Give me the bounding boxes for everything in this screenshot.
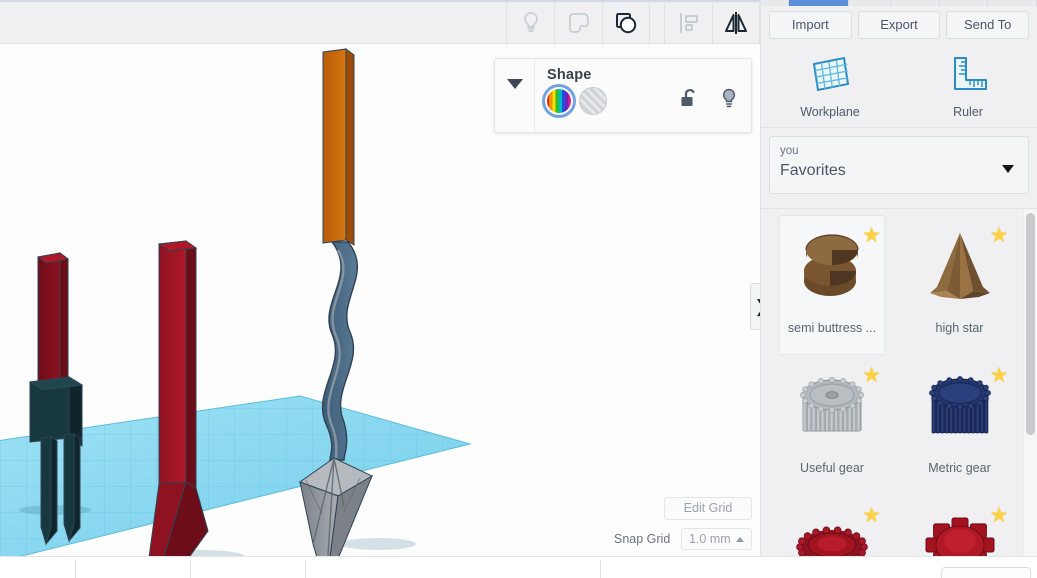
main-toolbar: [0, 0, 760, 45]
tab-codeblocks[interactable]: [849, 0, 891, 6]
shape-card[interactable]: ★ high star: [907, 215, 1013, 355]
export-button[interactable]: Export: [857, 11, 941, 39]
workplane-icon: [808, 54, 852, 99]
ruler-tool[interactable]: Ruler: [913, 54, 1023, 119]
shape-card[interactable]: ★ Useful gear: [779, 355, 885, 495]
category-owner: you: [780, 145, 799, 157]
favorite-star-icon[interactable]: ★: [862, 505, 881, 526]
category-dropdown[interactable]: you Favorites: [769, 136, 1029, 194]
tab-design[interactable]: [761, 0, 789, 6]
editor-tools: Workplane Ruler: [761, 44, 1037, 128]
tab-help[interactable]: [988, 0, 1037, 6]
snap-grid-select[interactable]: 1.0 mm: [681, 528, 752, 550]
status-bar-divider: [75, 560, 76, 578]
light-bulb-icon[interactable]: [719, 87, 739, 111]
file-actions: Import Export Send To: [761, 6, 1037, 44]
app-root: Shape Edit Grid Snap Grid 1.0 mm Import …: [0, 0, 1037, 578]
shape-card[interactable]: ★ Metric gear: [907, 355, 1013, 495]
ruler-icon: [946, 54, 990, 99]
shapes-library: ★ semi buttress ... ★ high star ★ Useful…: [761, 208, 1037, 578]
inspector-collapse-button[interactable]: [495, 59, 535, 132]
tab-notes[interactable]: [891, 0, 941, 6]
workplane-tool-label: Workplane: [800, 105, 860, 119]
shape-card[interactable]: ★ semi buttress ...: [779, 215, 885, 355]
status-bar-divider: [190, 560, 191, 578]
snap-grid-label: Snap Grid: [614, 532, 671, 546]
tab-active[interactable]: [788, 0, 849, 6]
send-to-button[interactable]: Send To: [946, 11, 1030, 39]
favorite-star-icon[interactable]: ★: [990, 365, 1009, 386]
ruler-tool-label: Ruler: [953, 105, 983, 119]
chevron-down-icon: [1002, 165, 1014, 173]
category-value: Favorites: [780, 162, 846, 179]
status-bar-divider: [305, 560, 306, 578]
light-bulb-icon[interactable]: [506, 0, 554, 45]
caret-up-icon: [736, 537, 744, 542]
ungroup-icon[interactable]: [554, 0, 602, 45]
shape-inspector-panel: Shape: [494, 58, 752, 133]
align-icon[interactable]: [664, 0, 712, 45]
status-bar: [0, 556, 1037, 578]
shape-card-label: Useful gear: [800, 461, 864, 475]
hole-hatch-swatch[interactable]: [579, 87, 607, 115]
right-panel: Import Export Send To Workplane Ruler yo…: [760, 0, 1037, 578]
category-selector-wrap: you Favorites: [761, 128, 1037, 200]
tab-blocks[interactable]: [940, 0, 989, 6]
shape-card-label: high star: [935, 321, 984, 335]
favorite-star-icon[interactable]: ★: [990, 505, 1009, 526]
chevron-down-icon: [506, 79, 523, 89]
rainbow-color-swatch[interactable]: [545, 87, 573, 115]
group-icon[interactable]: [602, 0, 650, 45]
import-button[interactable]: Import: [769, 11, 852, 39]
shape-card-label: Metric gear: [928, 461, 991, 475]
shapes-scrollbar-thumb[interactable]: [1026, 213, 1035, 435]
shapes-scrollbar-track[interactable]: [1023, 209, 1037, 578]
unlocked-padlock-icon[interactable]: [679, 87, 699, 111]
favorite-star-icon[interactable]: ★: [990, 225, 1009, 246]
shape-card-label: semi buttress ...: [787, 321, 877, 335]
bottom-right-button[interactable]: [941, 567, 1031, 578]
mirror-icon[interactable]: [712, 0, 760, 45]
inspector-title: Shape: [547, 67, 592, 83]
edit-grid-button[interactable]: Edit Grid: [664, 497, 752, 520]
shapes-grid: ★ semi buttress ... ★ high star ★ Useful…: [761, 209, 1037, 578]
snap-grid-value: 1.0 mm: [689, 532, 731, 546]
favorite-star-icon[interactable]: ★: [862, 225, 881, 246]
tab-strip: [761, 0, 1037, 6]
workplane-tool[interactable]: Workplane: [775, 54, 885, 119]
favorite-star-icon[interactable]: ★: [862, 365, 881, 386]
status-bar-divider: [600, 560, 601, 578]
